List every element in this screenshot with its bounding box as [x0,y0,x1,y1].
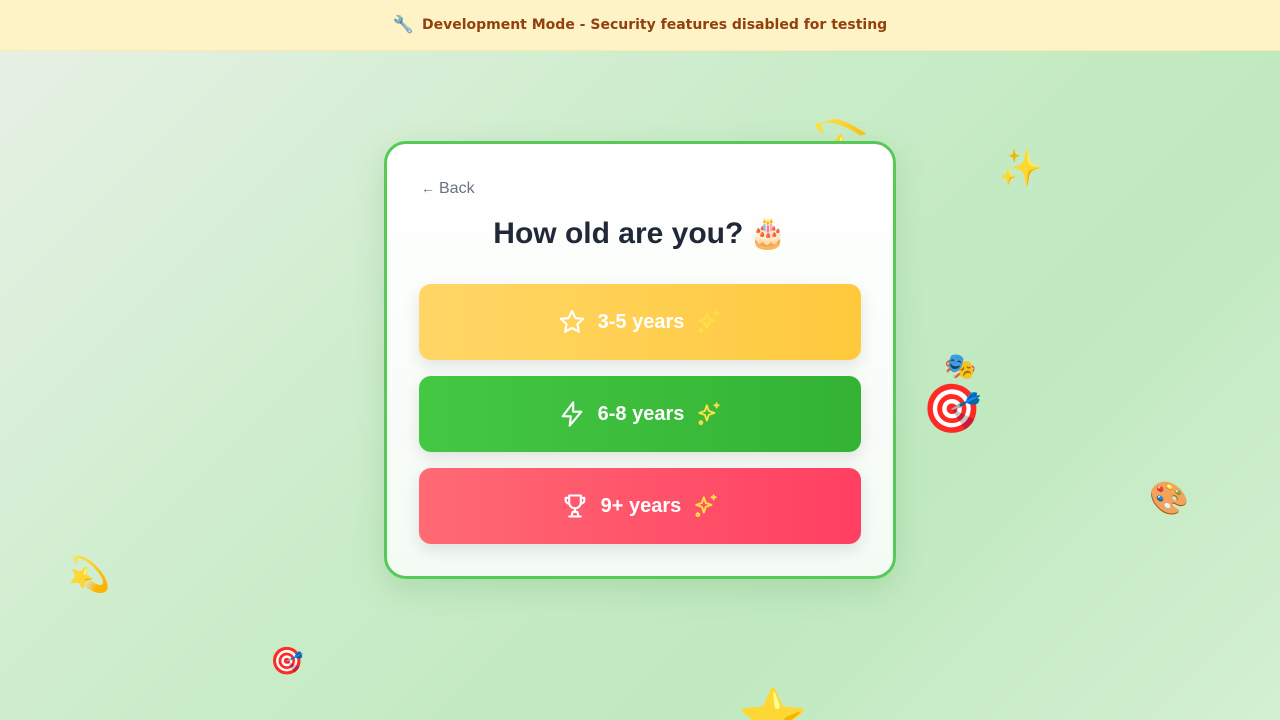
option-label: 3-5 years [597,310,685,333]
sparkles-icon [696,401,722,427]
star-icon [558,308,586,336]
wrench-icon: 🔧 [392,15,414,35]
star-icon: ⭐ [738,686,808,720]
age-selection-card: ← Back How old are you? 🎂 3-5 years 6-8 ye… [384,141,896,579]
trophy-icon [561,492,589,520]
option-label: 6-8 years [597,402,685,425]
title-text: How old are you? [493,217,744,250]
sparkles-icon [696,309,722,335]
age-option-6-8[interactable]: 6-8 years [419,376,861,452]
small-target-icon: 🎯 [270,646,304,676]
age-option-3-5[interactable]: 3-5 years [419,284,861,360]
target-icon: 🎯 [922,383,982,436]
lightning-icon [558,400,586,428]
back-label: Back [439,180,475,197]
palette-icon: 🎨 [1149,480,1189,516]
age-option-9-plus[interactable]: 9+ years [419,468,861,544]
sparkles-icon [693,493,719,519]
back-arrow-icon: ← [421,180,435,196]
back-button[interactable]: ← Back [421,180,475,198]
page-title: How old are you? 🎂 [387,216,893,251]
option-label: 9+ years [600,494,682,517]
birthday-cake-icon: 🎂 [749,217,787,250]
dizzy-icon: 💫 [68,556,111,594]
theater-masks-icon: 🎭 [944,351,977,381]
sparkles-icon: ✨ [998,147,1043,188]
dev-mode-text: Development Mode - Security features dis… [421,17,888,33]
dev-mode-banner: 🔧 Development Mode - Security features d… [0,0,1280,51]
